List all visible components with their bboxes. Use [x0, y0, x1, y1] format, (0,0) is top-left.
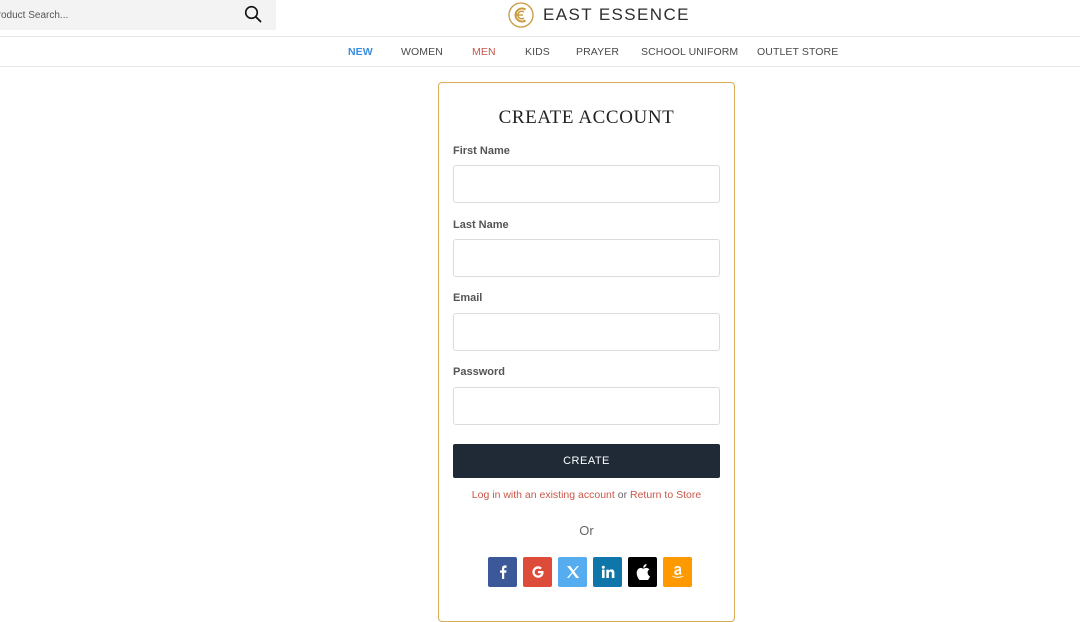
nav-item-new[interactable]: NEW	[348, 46, 373, 58]
return-to-store-link[interactable]: Return to Store	[630, 489, 701, 501]
linkedin-icon	[601, 565, 614, 578]
search-input[interactable]	[0, 0, 236, 30]
login-existing-link[interactable]: Log in with an existing account	[472, 489, 615, 501]
google-login-button[interactable]	[523, 557, 552, 587]
create-button[interactable]: CREATE	[453, 444, 720, 478]
nav-item-prayer[interactable]: PRAYER	[576, 46, 619, 58]
nav-item-outlet-store[interactable]: OUTLET STORE	[757, 46, 838, 58]
google-icon	[531, 566, 544, 578]
nav-item-men[interactable]: MEN	[472, 46, 496, 58]
x-icon	[566, 566, 579, 578]
amazon-login-button[interactable]	[663, 557, 692, 587]
linkedin-login-button[interactable]	[593, 557, 622, 587]
links-or-text: or	[617, 489, 628, 501]
email-label: Email	[453, 292, 483, 304]
site-logo[interactable]: EAST ESSENCE	[508, 1, 690, 29]
nav-item-school-uniform[interactable]: SCHOOL UNIFORM	[641, 46, 738, 58]
create-account-card: CREATE ACCOUNT First Name Last Name Emai…	[438, 82, 735, 622]
password-label: Password	[453, 366, 505, 378]
email-field[interactable]	[453, 313, 720, 351]
nav-item-women[interactable]: WOMEN	[401, 46, 443, 58]
facebook-icon	[499, 565, 507, 579]
first-name-field[interactable]	[453, 165, 720, 203]
account-links: Log in with an existing account or Retur…	[439, 489, 734, 501]
social-login-row	[488, 557, 692, 587]
facebook-login-button[interactable]	[488, 557, 517, 587]
search-button[interactable]	[240, 3, 266, 27]
search-icon	[244, 5, 262, 22]
logo-emblem-icon	[508, 2, 534, 28]
password-field[interactable]	[453, 387, 720, 425]
nav-item-kids[interactable]: KIDS	[525, 46, 550, 58]
page-title: CREATE ACCOUNT	[498, 107, 675, 128]
main-nav: NEW WOMEN MEN KIDS PRAYER SCHOOL UNIFORM…	[0, 37, 1080, 67]
apple-icon	[636, 564, 650, 580]
or-separator: Or	[579, 523, 594, 538]
amazon-icon	[671, 566, 684, 578]
x-login-button[interactable]	[558, 557, 587, 587]
site-header: EAST ESSENCE	[0, 0, 1080, 37]
last-name-field[interactable]	[453, 239, 720, 277]
apple-login-button[interactable]	[628, 557, 657, 587]
search-box	[0, 0, 276, 30]
logo-text: EAST ESSENCE	[543, 5, 690, 24]
last-name-label: Last Name	[453, 219, 509, 231]
first-name-label: First Name	[453, 145, 510, 157]
